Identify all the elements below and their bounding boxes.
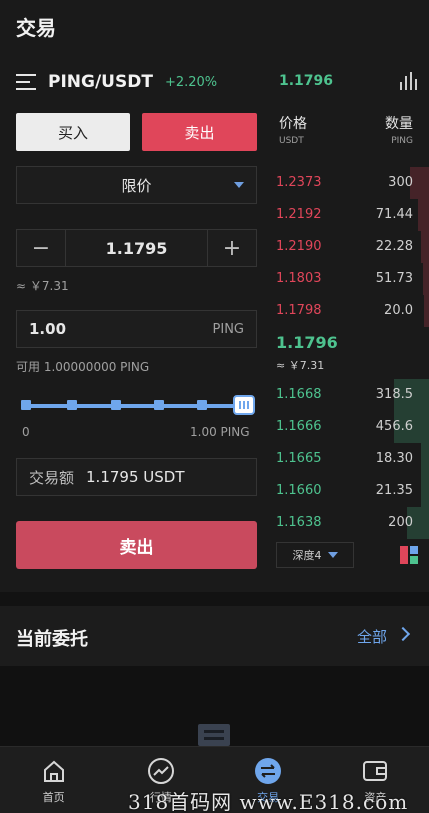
bid-price: 1.1638 [276,515,322,530]
bid-qty: 18.30 [375,451,413,466]
tab-sell[interactable]: 卖出 [142,113,257,151]
quantity-unit: PING [212,321,244,337]
bid-depth-bar [421,443,429,475]
price-stepper[interactable]: − 1.1795 + [16,229,257,267]
slider-stop-50[interactable] [111,400,121,410]
menu-list-icon[interactable] [16,73,36,91]
watermark-text: 318首码网 www.E318.com [128,790,409,813]
orderbook-qty-header: 数量 [385,116,413,132]
quantity-value: 1.00 [29,320,67,338]
quantity-input[interactable]: 1.00 PING [16,310,257,348]
bid-price: 1.1666 [276,419,322,434]
ask-price: 1.2373 [276,175,322,190]
slider-stop-90[interactable] [197,400,207,410]
amount-slider[interactable] [16,393,257,419]
total-label: 交易额 [29,468,75,487]
ask-depth-bar [423,263,429,295]
pair-change: +2.20% [164,74,218,90]
bid-row[interactable]: 1.1666 456.6 [271,411,429,443]
tab-buy[interactable]: 买入 [16,113,130,151]
depth-select[interactable]: 深度4 [276,542,354,568]
ask-price: 1.2190 [276,239,322,254]
available-balance: 可用 1.00000000 PING [16,360,150,374]
bid-depth-bar [421,475,429,507]
orderbook-last-cny: ≈ ￥7.31 [276,359,325,372]
ask-price: 1.1798 [276,303,322,318]
orderbook-last-price: 1.1796 [276,333,338,352]
current-orders-title: 当前委托 [16,629,88,650]
bid-row[interactable]: 1.1660 21.35 [271,475,429,507]
orderbook-qty-unit: PING [391,136,413,146]
view-all-orders-link[interactable]: 全部 [357,626,387,647]
ask-price: 1.1803 [276,271,322,286]
ask-qty: 71.44 [375,207,413,222]
slider-max-label: 1.00 PING [190,425,250,439]
ask-row[interactable]: 1.1798 20.0 [271,295,429,327]
bid-qty: 456.6 [375,419,413,434]
ask-row[interactable]: 1.1803 51.73 [271,263,429,295]
bid-qty: 318.5 [375,387,413,402]
bid-qty: 200 [388,515,413,530]
submit-sell-button[interactable]: 卖出 [16,521,257,569]
pair-name: PING/USDT [48,72,153,92]
ask-depth-bar [418,199,429,231]
total-value: 1.1795 USDT [86,468,185,486]
order-type-value: 限价 [121,176,152,195]
bid-price: 1.1668 [276,387,322,402]
bid-qty: 21.35 [375,483,413,498]
slider-stop-25[interactable] [67,400,77,410]
pair-selector[interactable]: PING/USDT +2.20% [16,70,217,94]
header-last-price: 1.1796 [279,73,334,89]
home-icon [40,757,68,785]
bid-row[interactable]: 1.1638 200 [271,507,429,539]
ask-row[interactable]: 1.2192 71.44 [271,199,429,231]
slider-stop-75[interactable] [154,400,164,410]
market-trend-icon [147,757,175,785]
bid-row[interactable]: 1.1668 318.5 [271,379,429,411]
caret-down-icon [327,552,338,558]
ask-depth-bar [421,231,429,263]
slider-min-label: 0 [22,425,30,439]
orderbook-layout-icon[interactable] [400,546,418,564]
nav-home-label: 首页 [42,791,65,804]
bid-price: 1.1665 [276,451,322,466]
price-cny-approx: ≈ ￥7.31 [16,279,69,293]
ask-qty: 51.73 [375,271,413,286]
depth-label: 深度4 [292,549,322,562]
order-type-select[interactable]: 限价 [16,166,257,204]
page-title: 交易 [16,16,56,40]
slider-stop-0[interactable] [21,400,31,410]
caret-down-icon [234,182,244,188]
slider-handle[interactable] [233,395,255,415]
price-increase-button[interactable]: + [208,230,256,266]
bid-price: 1.1660 [276,483,322,498]
ask-row[interactable]: 1.2373 300 [271,167,429,199]
orderbook-price-unit: USDT [279,136,304,146]
empty-list-icon [198,724,230,746]
orderbook-price-header: 价格 [279,116,307,132]
ask-price: 1.2192 [276,207,322,222]
kline-chart-icon[interactable] [400,72,420,90]
ask-qty: 22.28 [375,239,413,254]
ask-depth-bar [424,295,429,327]
price-input[interactable]: 1.1795 [65,230,208,266]
price-decrease-button[interactable]: − [17,230,65,266]
section-divider [0,592,429,606]
trade-swap-icon [254,757,282,785]
total-amount-field: 交易额 1.1795 USDT [16,458,257,496]
nav-home[interactable]: 首页 [0,747,107,813]
ask-row[interactable]: 1.2190 22.28 [271,231,429,263]
bid-row[interactable]: 1.1665 18.30 [271,443,429,475]
ask-qty: 20.0 [384,303,413,318]
wallet-icon [361,757,389,785]
ask-qty: 300 [388,175,413,190]
